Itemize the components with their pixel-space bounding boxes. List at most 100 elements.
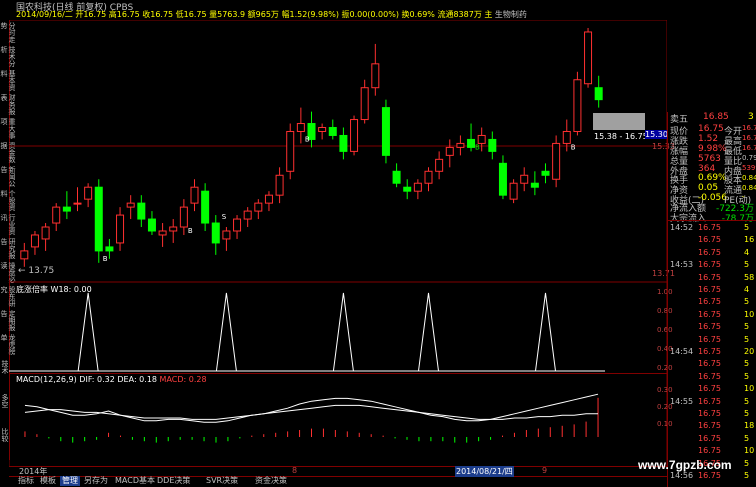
bottom-tab-6[interactable]: SVR决策 <box>204 476 240 486</box>
sidebar-bottom-item-0[interactable]: 技术 <box>0 360 9 390</box>
bottom-tab-1[interactable]: 模板 <box>38 476 58 486</box>
bottom-tab-7[interactable]: 资金决策 <box>253 476 289 486</box>
candle-4[interactable] <box>62 191 71 220</box>
macd-dea-line <box>24 404 599 420</box>
price-range-label: 15.38 - 16.75 <box>594 132 648 141</box>
sidebar-bottom-item-1[interactable]: 多空 <box>0 394 9 424</box>
tick-time-20: 14:56 <box>670 471 694 480</box>
b-marker-0: B <box>103 255 108 263</box>
candle-1[interactable] <box>30 230 39 255</box>
bottom-tab-4[interactable]: MACD基本 <box>113 476 157 486</box>
candle-17[interactable] <box>201 183 210 231</box>
price-marker: 15.30 <box>645 130 668 139</box>
tick-price-7: 16.75 <box>698 309 721 319</box>
candle-25[interactable] <box>286 123 295 180</box>
w18-peak-2 <box>332 292 354 372</box>
candle-36[interactable] <box>403 179 412 200</box>
price-chart-frame <box>9 20 667 282</box>
candle-21[interactable] <box>243 207 252 228</box>
candle-49[interactable] <box>541 163 550 184</box>
candle-2[interactable] <box>41 223 50 251</box>
candle-38[interactable] <box>424 167 433 192</box>
candle-24[interactable] <box>275 167 284 204</box>
candle-15[interactable] <box>179 199 188 235</box>
tick-volume-3: 5 <box>744 260 750 270</box>
candle-0[interactable] <box>20 242 29 267</box>
candle-53[interactable] <box>584 28 593 88</box>
quote-value-1: 1.52 <box>698 134 719 144</box>
tick-volume-11: 5 <box>744 359 750 369</box>
tick-price-2: 16.75 <box>698 247 721 257</box>
macd-chart[interactable] <box>9 373 667 467</box>
quote-value-2: 9.98% <box>698 144 727 154</box>
candle-30[interactable] <box>339 127 348 160</box>
candle-26[interactable] <box>296 107 305 144</box>
candle-48[interactable] <box>530 171 539 196</box>
candle-5[interactable] <box>73 187 82 212</box>
candle-50[interactable] <box>552 135 561 188</box>
tick-volume-2: 4 <box>744 247 750 257</box>
quote-value2-1: 16.75 <box>742 134 756 142</box>
quote-value2-4: 5399 <box>742 164 756 172</box>
price-chart[interactable]: B B B B B S <box>9 20 667 282</box>
w18-chart[interactable] <box>9 282 667 374</box>
quote2-value-1: 0.05 <box>698 183 719 193</box>
candle-6[interactable] <box>84 183 93 208</box>
candle-19[interactable] <box>222 227 231 251</box>
tick-volume-20: 5 <box>744 471 750 480</box>
candle-13[interactable] <box>158 223 167 247</box>
candle-44[interactable] <box>488 131 497 160</box>
candle-16[interactable] <box>190 179 199 212</box>
candle-33[interactable] <box>371 43 380 96</box>
candle-14[interactable] <box>169 219 178 243</box>
candle-51[interactable] <box>562 119 571 152</box>
candle-54[interactable] <box>594 75 603 108</box>
candle-20[interactable] <box>233 215 242 239</box>
candle-41[interactable] <box>456 135 465 156</box>
candle-7[interactable] <box>94 179 103 263</box>
candle-22[interactable] <box>254 199 263 220</box>
price-range-box <box>593 113 645 130</box>
b-marker-4: B <box>571 143 576 151</box>
tick-price-13: 16.75 <box>698 384 721 394</box>
date-month-9: 9 <box>542 466 548 475</box>
tick-price-3: 16.75 <box>698 260 721 270</box>
date-highlight: 2014/08/21/四 <box>455 466 514 477</box>
w18-peak-4 <box>535 292 556 372</box>
candle-28[interactable] <box>318 123 327 140</box>
candle-9[interactable] <box>116 207 125 251</box>
sidebar-bottom-item-2[interactable]: 比较 <box>0 428 9 458</box>
candle-40[interactable] <box>445 139 454 168</box>
candle-23[interactable] <box>264 191 273 212</box>
candle-46[interactable] <box>509 179 518 204</box>
candle-32[interactable] <box>360 79 369 124</box>
bottom-tab-3[interactable]: 另存为 <box>82 476 110 486</box>
candle-31[interactable] <box>350 115 359 156</box>
candle-47[interactable] <box>520 167 529 192</box>
candle-45[interactable] <box>498 155 507 200</box>
candle-37[interactable] <box>413 179 422 200</box>
candle-35[interactable] <box>392 163 401 188</box>
candle-11[interactable] <box>137 195 146 228</box>
candle-39[interactable] <box>435 151 444 180</box>
tick-volume-16: 18 <box>744 421 755 431</box>
candle-52[interactable] <box>573 71 582 136</box>
candle-29[interactable] <box>328 119 337 140</box>
tick-volume-5: 4 <box>744 285 750 294</box>
bar-info-line: 2014/09/16/二 开16.75 高16.75 收16.75 低16.75… <box>16 9 527 20</box>
tick-price-20: 16.75 <box>698 471 721 480</box>
bottom-tab-2[interactable]: 管理 <box>60 476 80 486</box>
candle-12[interactable] <box>147 211 156 235</box>
stock-terminal: 国农科技(日线 前复权) CPBS 2014/09/16/二 开16.75 高1… <box>0 0 756 487</box>
candle-18[interactable] <box>211 215 220 255</box>
b-marker-3: B <box>475 143 480 151</box>
candle-10[interactable] <box>126 195 135 220</box>
w18-chart-frame <box>9 282 667 374</box>
bottom-tab-0[interactable]: 指标 <box>16 476 36 486</box>
tick-price-17: 16.75 <box>698 433 721 443</box>
bottom-tab-5[interactable]: DDE决策 <box>155 476 192 486</box>
candle-3[interactable] <box>52 203 61 231</box>
tick-price-1: 16.75 <box>698 235 721 245</box>
candle-42[interactable] <box>467 123 476 152</box>
candle-34[interactable] <box>381 99 390 164</box>
